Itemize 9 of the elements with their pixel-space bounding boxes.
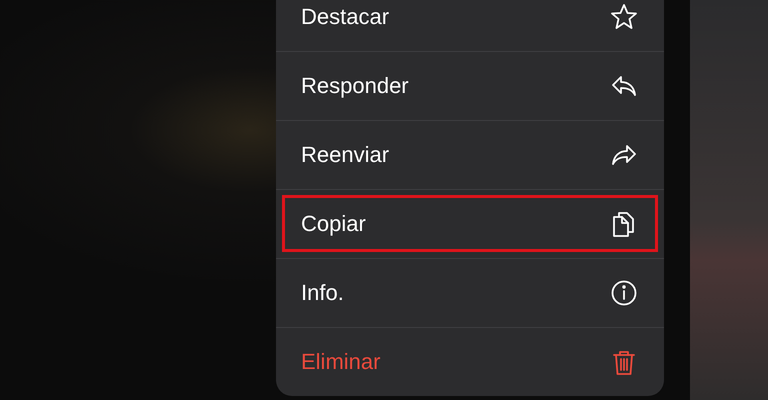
star-icon bbox=[610, 2, 638, 30]
trash-icon bbox=[610, 348, 638, 376]
menu-item[interactable]: Copiar bbox=[276, 189, 664, 258]
menu-item[interactable]: Responder bbox=[276, 51, 664, 120]
menu-item[interactable]: Destacar bbox=[276, 0, 664, 51]
menu-item[interactable]: Eliminar bbox=[276, 327, 664, 396]
info-icon bbox=[610, 279, 638, 307]
menu-item[interactable]: Reenviar bbox=[276, 120, 664, 189]
menu-item[interactable]: Info. bbox=[276, 258, 664, 327]
